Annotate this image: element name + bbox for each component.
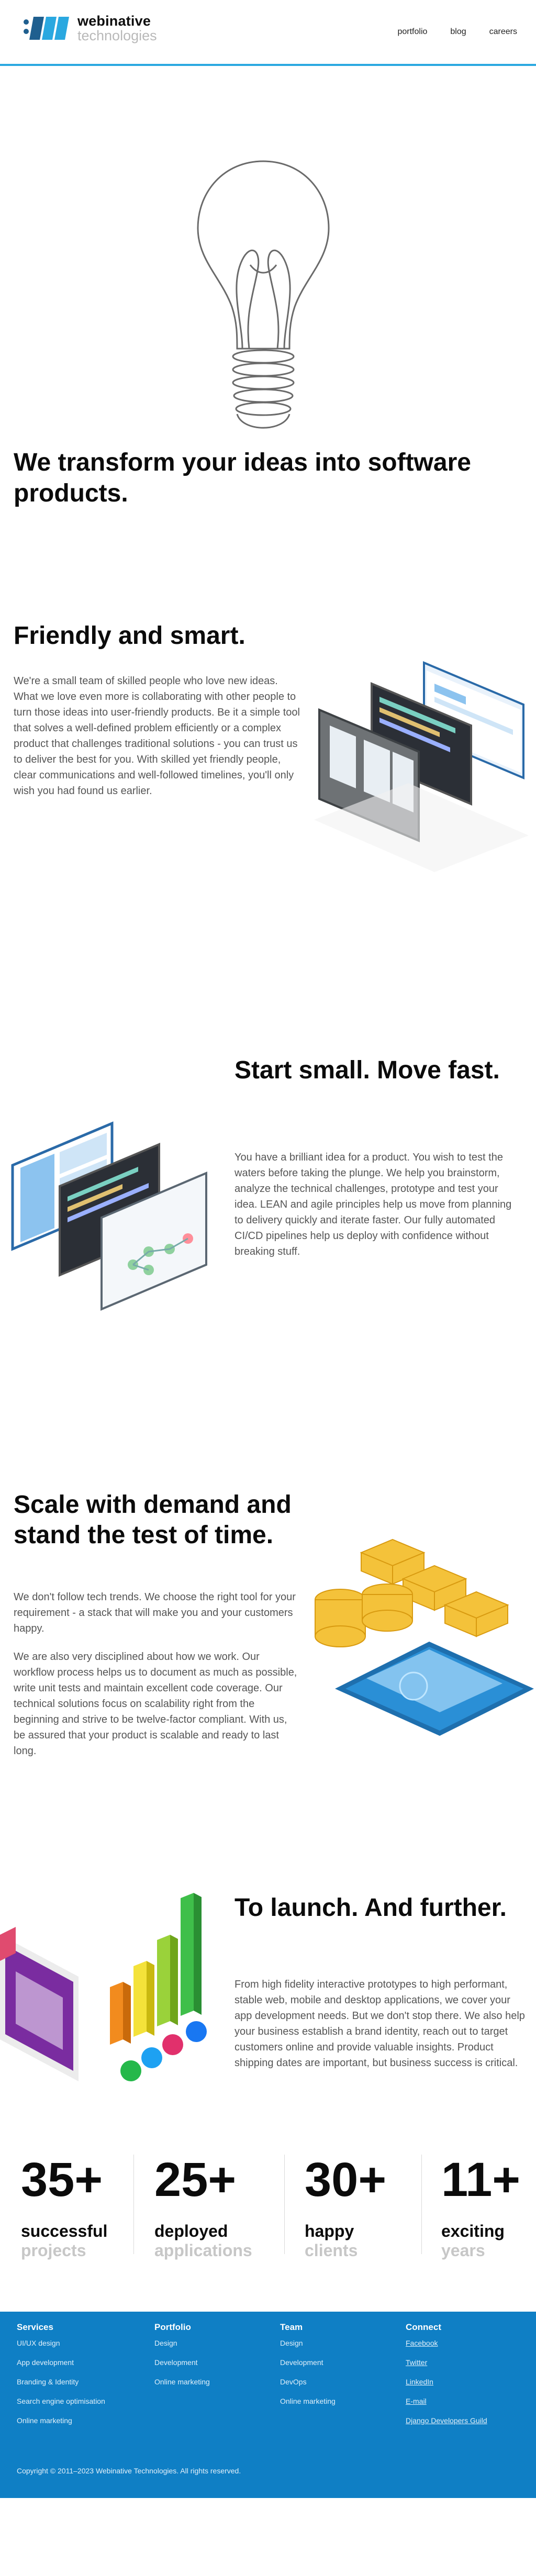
section-body: We're a small team of skilled people who… [14,673,303,799]
footer-services-column: Services UI/UX design App development Br… [17,2322,142,2436]
brand-subtitle: technologies [77,28,157,43]
footer-link[interactable]: Online marketing [17,2416,142,2425]
footer-heading: Connect [406,2322,441,2332]
footer-connect-column: Connect Facebook Twitter LinkedIn E-mail… [406,2322,531,2436]
section-launch: To launch. And further. From high fideli… [0,1783,536,2144]
section-body: You have a brilliant idea for a product.… [234,1150,517,1259]
footer-link[interactable]: Online marketing [154,2378,280,2386]
stat-number: 11+ [441,2153,520,2206]
footer-twitter-link[interactable]: Twitter [406,2358,531,2367]
footer-linkedin-link[interactable]: LinkedIn [406,2378,531,2386]
section-body: From high fidelity interactive prototype… [234,1977,526,2071]
stat-sublabel: clients [305,2240,358,2260]
section-paragraph: We don't follow tech trends. We choose t… [14,1591,296,1634]
footer-facebook-link[interactable]: Facebook [406,2339,531,2347]
brand-logo[interactable]: webinative technologies [21,13,157,44]
brand-name: webinative [77,13,151,29]
stat-label: happy [305,2222,354,2240]
footer-heading: Portfolio [154,2322,191,2332]
stat-number: 25+ [154,2153,237,2206]
footer-link[interactable]: Branding & Identity [17,2378,142,2386]
server-stack-illustration [315,1538,534,1736]
logo-mark-icon [24,17,69,40]
stat-sublabel: years [441,2240,485,2260]
footer-portfolio-column: Portfolio Design Development Online mark… [154,2322,280,2397]
site-header: webinative technologies portfolio blog c… [0,0,536,66]
copyright-text: Copyright © 2011–2023 Webinative Technol… [17,2467,241,2475]
section-title: Scale with demand and stand the test of … [14,1491,292,1549]
footer-link[interactable]: Design [280,2339,406,2347]
nav-careers[interactable]: careers [489,27,517,37]
footer-email-link[interactable]: E-mail [406,2397,531,2405]
main-nav: portfolio blog careers [397,27,517,37]
section-paragraph: From high fidelity interactive prototype… [234,1979,525,2069]
hero-section: We transform your ideas into software pr… [0,66,536,507]
brand-text: webinative technologies [77,13,157,43]
section-scale: Scale with demand and stand the test of … [0,1291,536,1783]
footer-link[interactable]: Development [280,2358,406,2367]
section-paragraph: We're a small team of skilled people who… [14,675,300,797]
stat-divider [421,2155,422,2254]
stat-number: 30+ [305,2153,387,2206]
stat-label: successful [21,2222,108,2240]
nav-portfolio[interactable]: portfolio [397,27,427,37]
stat-years: 11+ exciting years [441,2156,530,2260]
section-title: Friendly and smart. [14,622,245,650]
stats-section: 35+ successful projects 25+ deployed app… [0,2144,536,2312]
nav-blog[interactable]: blog [450,27,466,37]
lightbulb-illustration [197,160,330,429]
section-body: We don't follow tech trends. We choose t… [14,1589,299,1759]
stat-divider [284,2155,285,2254]
stat-projects: 35+ successful projects [21,2156,147,2260]
footer-django-guild-link[interactable]: Django Developers Guild [406,2416,531,2425]
stat-divider [133,2155,134,2254]
stat-number: 35+ [21,2153,103,2206]
stat-label: deployed [154,2222,228,2240]
site-footer: Services UI/UX design App development Br… [0,2312,536,2498]
stat-sublabel: applications [154,2240,252,2260]
stat-clients: 30+ happy clients [305,2156,430,2260]
stat-label: exciting [441,2222,505,2240]
footer-link[interactable]: Development [154,2358,280,2367]
marketing-growth-illustration [0,1893,207,2081]
footer-link[interactable]: App development [17,2358,142,2367]
footer-link[interactable]: Search engine optimisation [17,2397,142,2405]
footer-heading: Services [17,2322,53,2332]
footer-link[interactable]: Design [154,2339,280,2347]
section-title: To launch. And further. [234,1894,507,1922]
stat-sublabel: projects [21,2240,86,2260]
section-paragraph: You have a brilliant idea for a product.… [234,1152,512,1257]
stat-applications: 25+ deployed applications [154,2156,280,2260]
section-title: Start small. Move fast. [234,1056,500,1084]
section-friendly-smart: Friendly and smart. We're a small team o… [0,469,536,883]
footer-link[interactable]: Online marketing [280,2397,406,2405]
browser-windows-illustration [314,661,529,872]
footer-team-column: Team Design Development DevOps Online ma… [280,2322,406,2416]
footer-heading: Team [280,2322,303,2332]
footer-link[interactable]: UI/UX design [17,2339,142,2347]
footer-link[interactable]: DevOps [280,2378,406,2386]
section-start-small: Start small. Move fast. You have a brill… [0,883,536,1311]
section-paragraph: We are also very disciplined about how w… [14,1651,297,1757]
